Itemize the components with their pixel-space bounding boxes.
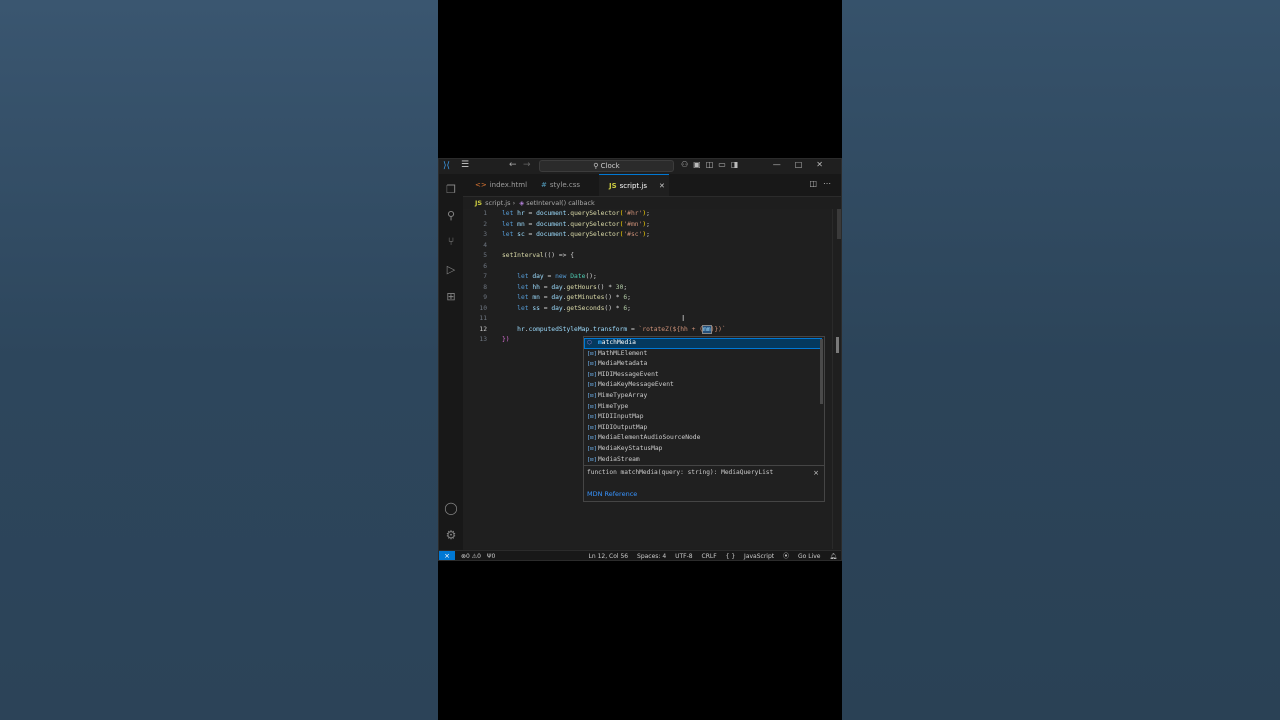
- css-file-icon: #: [541, 181, 547, 189]
- vscode-logo-icon: ⟩⟨: [443, 161, 451, 171]
- suggestion-item[interactable]: [⊡]MediaKeyStatusMap: [584, 444, 822, 455]
- breadcrumb: JS script.js › ◈ setInterval() callback: [475, 198, 595, 208]
- editor-tabs: <> index.html # style.css JS script.js ✕ ◫⋯: [463, 174, 841, 197]
- code-line: 1 let hr = document.querySelector('#hr');: [483, 210, 650, 217]
- field-icon: [⊡]: [587, 382, 597, 389]
- vscode-window: ⟩⟨ ☰ ← → ⚲ Clock ⚇▣◫▭◨ —□✕ ❐ ⚲ ⑂ ▷ ⊞ ◯ ⚙…: [438, 158, 842, 561]
- suggestion-item[interactable]: [⊡]MIDIOutputMap: [584, 423, 822, 434]
- code-line: 6: [483, 262, 487, 270]
- tab-style-css[interactable]: # style.css: [531, 174, 597, 196]
- suggestion-item[interactable]: [⊡]MediaStream: [584, 455, 822, 466]
- field-icon: [⊡]: [587, 371, 597, 378]
- suggestion-item[interactable]: [⊡]MimeTypeArray: [584, 391, 822, 402]
- field-icon: [⊡]: [587, 414, 597, 421]
- tab-script-js[interactable]: JS script.js ✕: [599, 174, 669, 196]
- go-live-button[interactable]: ⦿ Go Live: [783, 553, 820, 560]
- field-icon: [⊡]: [587, 446, 597, 452]
- suggestion-item[interactable]: [⊡]MimeType: [584, 402, 822, 413]
- notifications-bell-icon[interactable]: 🔔︎: [829, 553, 837, 560]
- activity-bar: ❐ ⚲ ⑂ ▷ ⊞ ◯ ⚙: [439, 174, 463, 552]
- editor-scrollbar[interactable]: [832, 209, 841, 549]
- function-symbol-icon: ◈: [519, 199, 525, 207]
- js-file-icon: JS: [475, 199, 483, 207]
- back-arrow-icon[interactable]: ←: [509, 160, 517, 170]
- blurred-background-left: [0, 0, 438, 720]
- suggestion-item[interactable]: [⊡]MathMLElement: [584, 349, 822, 360]
- html-file-icon: <>: [475, 181, 487, 189]
- function-signature: function matchMedia(query: string): Medi…: [587, 469, 774, 476]
- breadcrumb-file[interactable]: script.js: [485, 199, 510, 207]
- forward-arrow-icon[interactable]: →: [523, 160, 531, 170]
- explorer-icon[interactable]: ❐: [445, 184, 457, 196]
- encoding[interactable]: UTF-8: [675, 553, 693, 560]
- suggestion-item[interactable]: ⬡ matchMedia: [584, 338, 822, 349]
- close-icon[interactable]: ×: [813, 469, 819, 477]
- method-icon: ⬡: [587, 340, 592, 346]
- suggestions-scrollbar[interactable]: [820, 339, 823, 404]
- js-file-icon: JS: [609, 182, 617, 190]
- language-mode[interactable]: { } JavaScript: [726, 553, 775, 560]
- search-text: Clock: [600, 162, 620, 170]
- field-icon: [⊡]: [587, 435, 597, 442]
- field-icon: [⊡]: [587, 403, 597, 410]
- code-line: 9 let mn = day.getMinutes() * 6;: [483, 294, 631, 301]
- status-bar: ⨯ ⊗0 ⚠0 Ψ0 Ln 12, Col 56 Spaces: 4 UTF-8…: [439, 550, 841, 560]
- chevron-right-icon: ›: [512, 199, 518, 207]
- field-icon: [⊡]: [587, 424, 597, 431]
- window-controls[interactable]: —□✕: [773, 160, 837, 169]
- code-line: 5 setInterval(() => {: [483, 252, 575, 259]
- field-icon: [⊡]: [587, 456, 597, 463]
- account-icon[interactable]: ◯: [444, 501, 458, 515]
- menu-icon[interactable]: ☰: [461, 160, 469, 170]
- mdn-reference-link[interactable]: MDN Reference: [587, 490, 637, 498]
- code-line: 2 let mn = document.querySelector('#mn');: [483, 220, 650, 228]
- suggestion-details: function matchMedia(query: string): Medi…: [583, 466, 825, 502]
- indentation[interactable]: Spaces: 4: [637, 553, 666, 560]
- suggestion-item[interactable]: [⊡]MediaKeyMessageEvent: [584, 380, 822, 391]
- title-bar: ⟩⟨ ☰ ← → ⚲ Clock ⚇▣◫▭◨ —□✕: [439, 159, 841, 174]
- suggestion-item[interactable]: [⊡]MediaMetadata: [584, 359, 822, 370]
- code-line: 8 let hh = day.getHours() * 30;: [483, 283, 628, 291]
- remote-indicator-icon[interactable]: ⨯: [439, 551, 455, 560]
- scrollbar-thumb[interactable]: [836, 337, 839, 353]
- tab-index-html[interactable]: <> index.html: [465, 174, 529, 196]
- source-control-icon[interactable]: ⑂: [445, 236, 457, 248]
- tab-label: script.js: [619, 182, 647, 190]
- layout-controls[interactable]: ⚇▣◫▭◨: [681, 160, 743, 169]
- overview-ruler: [837, 209, 841, 239]
- field-icon: [⊡]: [587, 361, 597, 368]
- run-debug-icon[interactable]: ▷: [445, 264, 457, 276]
- code-line-current: 12 hr.computedStyleMap.transform = `rota…: [479, 324, 726, 334]
- code-line: 3 let sc = document.querySelector('#sc');: [483, 231, 650, 238]
- close-icon[interactable]: ✕: [659, 182, 665, 190]
- search-icon[interactable]: ⚲: [445, 210, 457, 222]
- suggestion-item[interactable]: [⊡]MIDIInputMap: [584, 412, 822, 423]
- blurred-background-right: [842, 0, 1280, 720]
- problems-indicator[interactable]: ⊗0 ⚠0 Ψ0: [461, 551, 495, 560]
- code-line: 10 let ss = day.getSeconds() * 6;: [479, 304, 631, 312]
- command-center-search[interactable]: ⚲ Clock: [539, 160, 674, 172]
- code-line: 4: [483, 241, 487, 249]
- code-line: 11: [479, 315, 487, 322]
- split-and-more-icons[interactable]: ◫⋯: [809, 179, 837, 188]
- tab-label: style.css: [549, 181, 581, 189]
- mouse-cursor-icon: I: [682, 314, 685, 323]
- settings-gear-icon[interactable]: ⚙: [444, 528, 458, 542]
- suggestion-item[interactable]: [⊡]MediaElementAudioSourceNode: [584, 433, 822, 444]
- search-icon: ⚲: [593, 162, 601, 170]
- field-icon: [⊡]: [587, 350, 597, 357]
- suggestion-item[interactable]: [⊡]MIDIMessageEvent: [584, 370, 822, 381]
- line-ending[interactable]: CRLF: [702, 553, 717, 560]
- breadcrumb-symbol[interactable]: setInterval() callback: [526, 199, 595, 207]
- tab-label: index.html: [489, 181, 528, 189]
- extensions-icon[interactable]: ⊞: [445, 291, 457, 303]
- code-line: 7 let day = new Date();: [483, 273, 597, 280]
- field-icon: [⊡]: [587, 393, 597, 399]
- status-right: Ln 12, Col 56 Spaces: 4 UTF-8 CRLF { } J…: [582, 551, 837, 560]
- intellisense-suggestions: ⬡ matchMedia [⊡]MathMLElement [⊡]MediaMet…: [583, 336, 825, 466]
- cursor-position[interactable]: Ln 12, Col 56: [589, 553, 629, 560]
